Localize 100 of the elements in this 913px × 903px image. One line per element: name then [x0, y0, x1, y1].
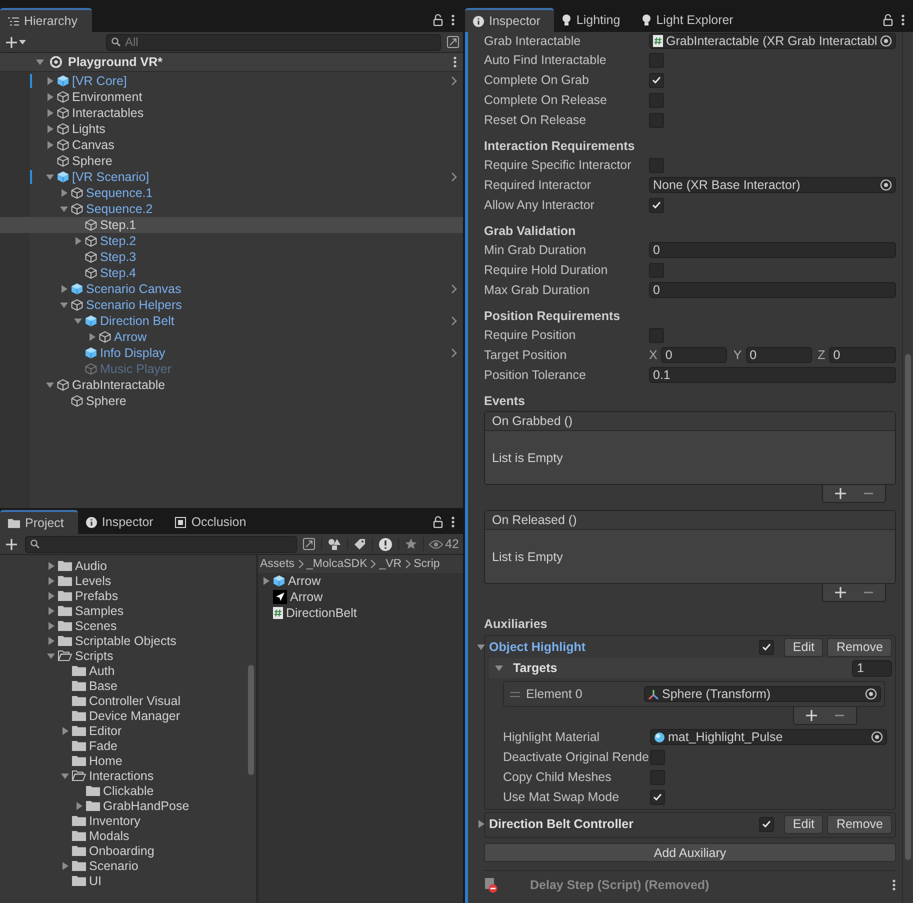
hierarchy-row[interactable]: Step.3 — [0, 249, 463, 265]
hierarchy-row[interactable]: Environment — [0, 89, 463, 105]
folder-row[interactable]: Audio — [0, 558, 245, 573]
breadcrumb-link[interactable]: _MolcaSDK — [306, 558, 368, 570]
disclosure-triangle-icon[interactable] — [47, 622, 55, 630]
disclosure-triangle-icon[interactable] — [47, 652, 55, 660]
folder-row[interactable]: Fade — [0, 738, 245, 753]
panel-tab[interactable]: Occlusion — [167, 510, 260, 534]
folder-row[interactable]: Scenario — [0, 858, 245, 873]
panel-tab[interactable]: Project — [0, 510, 78, 534]
folder-row[interactable]: Scenes — [0, 618, 245, 633]
folder-row[interactable]: Onboarding — [0, 843, 245, 858]
more-options-icon[interactable] — [451, 14, 455, 26]
number-field[interactable]: 0 — [649, 242, 896, 258]
folder-row[interactable]: Interactions — [0, 768, 245, 783]
folder-row[interactable]: Prefabs — [0, 588, 245, 603]
chevron-right-icon[interactable] — [451, 348, 457, 358]
folder-row[interactable]: UI — [0, 873, 245, 888]
disclosure-triangle-icon[interactable] — [47, 562, 55, 570]
object-picker-icon[interactable] — [880, 35, 892, 47]
checkbox[interactable] — [650, 790, 665, 804]
breadcrumb-link[interactable]: _VR — [379, 558, 402, 570]
folder-row[interactable]: Scripts — [0, 648, 245, 663]
component-button[interactable]: Remove — [827, 814, 892, 834]
hierarchy-row[interactable]: Lights — [0, 121, 463, 137]
hierarchy-row[interactable]: Scenario Helpers — [0, 297, 463, 313]
folder-row[interactable]: Inventory — [0, 813, 245, 828]
folder-row[interactable]: Samples — [0, 603, 245, 618]
folder-row[interactable]: Modals — [0, 828, 245, 843]
tag-icon[interactable] — [354, 538, 366, 550]
more-options-icon[interactable] — [892, 879, 896, 891]
component-button[interactable]: Edit — [784, 814, 824, 834]
disclosure-triangle-icon[interactable] — [47, 576, 55, 584]
folder-row[interactable]: Scriptable Objects — [0, 633, 245, 648]
panel-tab[interactable]: Light Explorer — [634, 8, 748, 32]
disclosure-triangle-icon[interactable] — [61, 772, 69, 780]
disclosure-triangle-icon[interactable] — [60, 301, 68, 309]
checkbox[interactable] — [758, 640, 774, 654]
disclosure-triangle-icon[interactable] — [61, 726, 69, 734]
disclosure-triangle-icon[interactable] — [262, 577, 270, 585]
add-element-button[interactable] — [833, 585, 848, 600]
number-field[interactable]: 0 — [649, 282, 896, 298]
object-picker-icon[interactable] — [871, 731, 883, 743]
scrollbar-thumb[interactable] — [248, 665, 254, 775]
panel-tab[interactable]: Hierarchy — [0, 8, 92, 32]
disclosure-triangle-icon[interactable] — [75, 802, 83, 810]
folder-row[interactable]: Device Manager — [0, 708, 245, 723]
drag-handle-icon[interactable] — [510, 692, 520, 696]
hierarchy-row[interactable]: Sphere — [0, 393, 463, 409]
folder-row[interactable]: GrabHandPose — [0, 798, 245, 813]
lock-icon[interactable] — [433, 14, 443, 26]
object-picker-icon[interactable] — [880, 179, 892, 191]
more-options-icon[interactable] — [451, 516, 455, 528]
warning-icon[interactable] — [379, 538, 392, 550]
panel-tab[interactable]: Inspector — [465, 8, 554, 32]
object-field[interactable]: Sphere (Transform) — [644, 686, 881, 702]
chevron-right-icon[interactable] — [451, 76, 457, 86]
disclosure-triangle-icon[interactable] — [46, 173, 54, 181]
folder-row[interactable]: Clickable — [0, 783, 245, 798]
hierarchy-row[interactable]: Direction Belt — [0, 313, 463, 329]
folder-row[interactable]: Levels — [0, 573, 245, 588]
chevron-right-icon[interactable] — [451, 316, 457, 326]
hierarchy-row[interactable]: Sphere — [0, 153, 463, 169]
object-field[interactable]: None (XR Base Interactor) — [649, 177, 896, 193]
disclosure-triangle-icon[interactable] — [495, 664, 503, 672]
breadcrumb-link[interactable]: Assets — [260, 558, 295, 570]
hierarchy-row[interactable]: Canvas — [0, 137, 463, 153]
number-field[interactable]: 0 — [661, 347, 728, 363]
hierarchy-row[interactable]: Sequence.1 — [0, 185, 463, 201]
hierarchy-row[interactable]: Interactables — [0, 105, 463, 121]
hierarchy-row[interactable]: Step.1 — [0, 217, 463, 233]
panel-tab[interactable]: Lighting — [554, 8, 634, 32]
disclosure-triangle-icon[interactable] — [46, 125, 54, 133]
disclosure-triangle-icon[interactable] — [46, 77, 54, 85]
hierarchy-row[interactable]: Step.4 — [0, 265, 463, 281]
disclosure-triangle-icon[interactable] — [47, 592, 55, 600]
maximize-icon[interactable] — [447, 36, 459, 48]
disclosure-triangle-icon[interactable] — [46, 381, 54, 389]
panel-tab[interactable]: Inspector — [78, 510, 168, 534]
number-field[interactable]: 0.1 — [649, 367, 896, 383]
folder-row[interactable]: Editor — [0, 723, 245, 738]
disclosure-triangle-icon[interactable] — [60, 205, 68, 213]
hierarchy-row[interactable]: GrabInteractable — [0, 377, 463, 393]
hierarchy-row[interactable]: Sequence.2 — [0, 201, 463, 217]
disclosure-triangle-icon[interactable] — [60, 285, 68, 293]
object-field[interactable]: mat_Highlight_Pulse — [650, 729, 887, 745]
more-options-icon[interactable] — [453, 56, 457, 68]
asset-row[interactable]: Arrow — [258, 573, 463, 589]
object-picker-icon[interactable] — [865, 688, 877, 700]
chevron-right-icon[interactable] — [451, 172, 457, 182]
disclosure-triangle-icon[interactable] — [477, 820, 485, 828]
asset-row[interactable]: DirectionBelt — [258, 605, 463, 621]
more-options-icon[interactable] — [901, 14, 905, 26]
disclosure-triangle-icon[interactable] — [60, 189, 68, 197]
checkbox[interactable] — [649, 72, 664, 88]
disclosure-triangle-icon[interactable] — [74, 237, 82, 245]
folder-row[interactable]: Controller Visual — [0, 693, 245, 708]
hierarchy-row[interactable]: [VR Core] — [0, 73, 463, 89]
checkbox[interactable] — [758, 816, 774, 832]
folder-row[interactable]: Base — [0, 678, 245, 693]
